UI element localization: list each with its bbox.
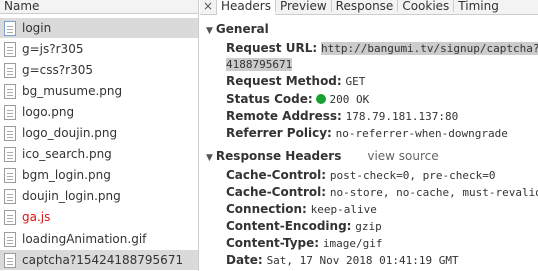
file-icon: [4, 125, 16, 141]
request-method-key: Request Method:: [226, 74, 342, 88]
header-value: image/gif: [322, 237, 383, 250]
request-method-row: Request Method: GET: [226, 74, 365, 88]
status-code-row: Status Code: 200 OK: [226, 92, 369, 106]
tab-timing[interactable]: Timing: [453, 0, 503, 12]
request-name: loadingAnimation.gif: [22, 232, 147, 246]
response-header-row: Content-Type: image/gif: [226, 236, 383, 250]
document-icon: [4, 20, 16, 36]
file-icon: [4, 231, 16, 247]
tab-cookies[interactable]: Cookies: [397, 0, 453, 12]
request-row[interactable]: bgm_login.png: [0, 165, 198, 185]
referrer-policy-key: Referrer Policy:: [226, 126, 332, 140]
request-name: login: [22, 21, 52, 35]
view-source-link[interactable]: view source: [367, 149, 438, 163]
request-list-pane: Name login g=js?r305 g=css?r305 bg_musum…: [0, 0, 199, 271]
remote-address-value: 178.79.181.137:80: [345, 110, 459, 123]
request-row[interactable]: g=js?r305: [0, 39, 198, 59]
response-header-row: Date: Sat, 17 Nov 2018 01:41:19 GMT: [226, 253, 459, 267]
status-code-key: Status Code:: [226, 92, 313, 106]
request-row[interactable]: bg_musume.png: [0, 81, 198, 101]
request-name: g=css?r305: [22, 63, 93, 77]
request-name: doujin_login.png: [22, 189, 121, 203]
file-icon: [4, 104, 16, 120]
referrer-policy-value: no-referrer-when-downgrade: [335, 127, 508, 140]
request-name: ico_search.png: [22, 147, 112, 161]
response-header-row: Cache-Control: post-check=0, pre-check=0: [226, 168, 496, 182]
header-value: no-store, no-cache, must-revalid: [329, 186, 538, 199]
request-url-row-cont: 4188795671: [226, 57, 293, 71]
request-row[interactable]: logo.png: [0, 102, 198, 122]
general-title: General: [215, 22, 269, 36]
file-icon: [4, 62, 16, 78]
request-url-row: Request URL: http://bangumi.tv/signup/ca…: [226, 41, 538, 55]
response-header-row: Content-Encoding: gzip: [226, 219, 382, 233]
tab-response[interactable]: Response: [330, 0, 398, 12]
referrer-policy-row: Referrer Policy: no-referrer-when-downgr…: [226, 126, 508, 140]
file-icon: [4, 188, 16, 204]
request-row-login[interactable]: login: [0, 18, 198, 38]
header-value: Sat, 17 Nov 2018 01:41:19 GMT: [266, 254, 459, 267]
request-row[interactable]: ga.js: [0, 207, 198, 227]
status-ok-icon: [316, 94, 327, 104]
response-headers-title: Response Headers: [215, 149, 342, 163]
general-section-header[interactable]: ▼ General: [206, 22, 269, 36]
request-url-value-cont[interactable]: 4188795671: [226, 58, 293, 71]
request-details-pane: × Headers Preview Response Cookies Timin…: [200, 0, 538, 271]
file-icon: [4, 41, 16, 57]
request-row-captcha[interactable]: captcha?15424188795671: [0, 250, 198, 270]
request-url-value[interactable]: http://bangumi.tv/signup/captcha?: [320, 42, 538, 55]
tab-headers[interactable]: Headers: [216, 0, 275, 15]
remote-address-row: Remote Address: 178.79.181.137:80: [226, 109, 458, 123]
name-column-header[interactable]: Name: [0, 0, 198, 14]
request-name: captcha?15424188795671: [22, 253, 184, 267]
request-name: logo_doujin.png: [22, 126, 118, 140]
request-row[interactable]: loadingAnimation.gif: [0, 229, 198, 249]
request-row[interactable]: ico_search.png: [0, 144, 198, 164]
request-name: bgm_login.png: [22, 168, 111, 182]
header-value: keep-alive: [310, 203, 377, 216]
request-name: logo.png: [22, 105, 75, 119]
header-key: Connection:: [226, 202, 307, 216]
response-header-row: Connection: keep-alive: [226, 202, 377, 216]
close-icon[interactable]: ×: [200, 0, 216, 12]
file-icon: [4, 146, 16, 162]
details-tab-bar: × Headers Preview Response Cookies Timin…: [200, 0, 538, 15]
request-row[interactable]: g=css?r305: [0, 60, 198, 80]
request-row[interactable]: doujin_login.png: [0, 186, 198, 206]
tab-preview[interactable]: Preview: [274, 0, 331, 12]
remote-address-key: Remote Address:: [226, 109, 342, 123]
file-icon: [4, 252, 16, 268]
status-code-value: 200 OK: [329, 93, 370, 106]
header-key: Date:: [226, 253, 263, 267]
triangle-down-icon: ▼: [206, 153, 213, 163]
request-method-value: GET: [345, 75, 366, 88]
file-icon: [4, 167, 16, 183]
request-url-key: Request URL:: [226, 41, 318, 55]
triangle-down-icon: ▼: [206, 26, 213, 36]
header-key: Cache-Control:: [226, 185, 327, 199]
request-row[interactable]: logo_doujin.png: [0, 123, 198, 143]
request-name: ga.js: [22, 210, 51, 224]
header-value: gzip: [355, 220, 382, 233]
header-key: Content-Type:: [226, 236, 320, 250]
request-name: g=js?r305: [22, 42, 84, 56]
request-name: bg_musume.png: [22, 84, 123, 98]
header-value: post-check=0, pre-check=0: [329, 169, 496, 182]
response-headers-section-header[interactable]: ▼ Response Headers view source: [206, 149, 439, 163]
header-key: Content-Encoding:: [226, 219, 352, 233]
response-header-row: Cache-Control: no-store, no-cache, must-…: [226, 185, 538, 199]
file-icon: [4, 83, 16, 99]
file-icon: [4, 209, 16, 225]
header-key: Cache-Control:: [226, 168, 327, 182]
